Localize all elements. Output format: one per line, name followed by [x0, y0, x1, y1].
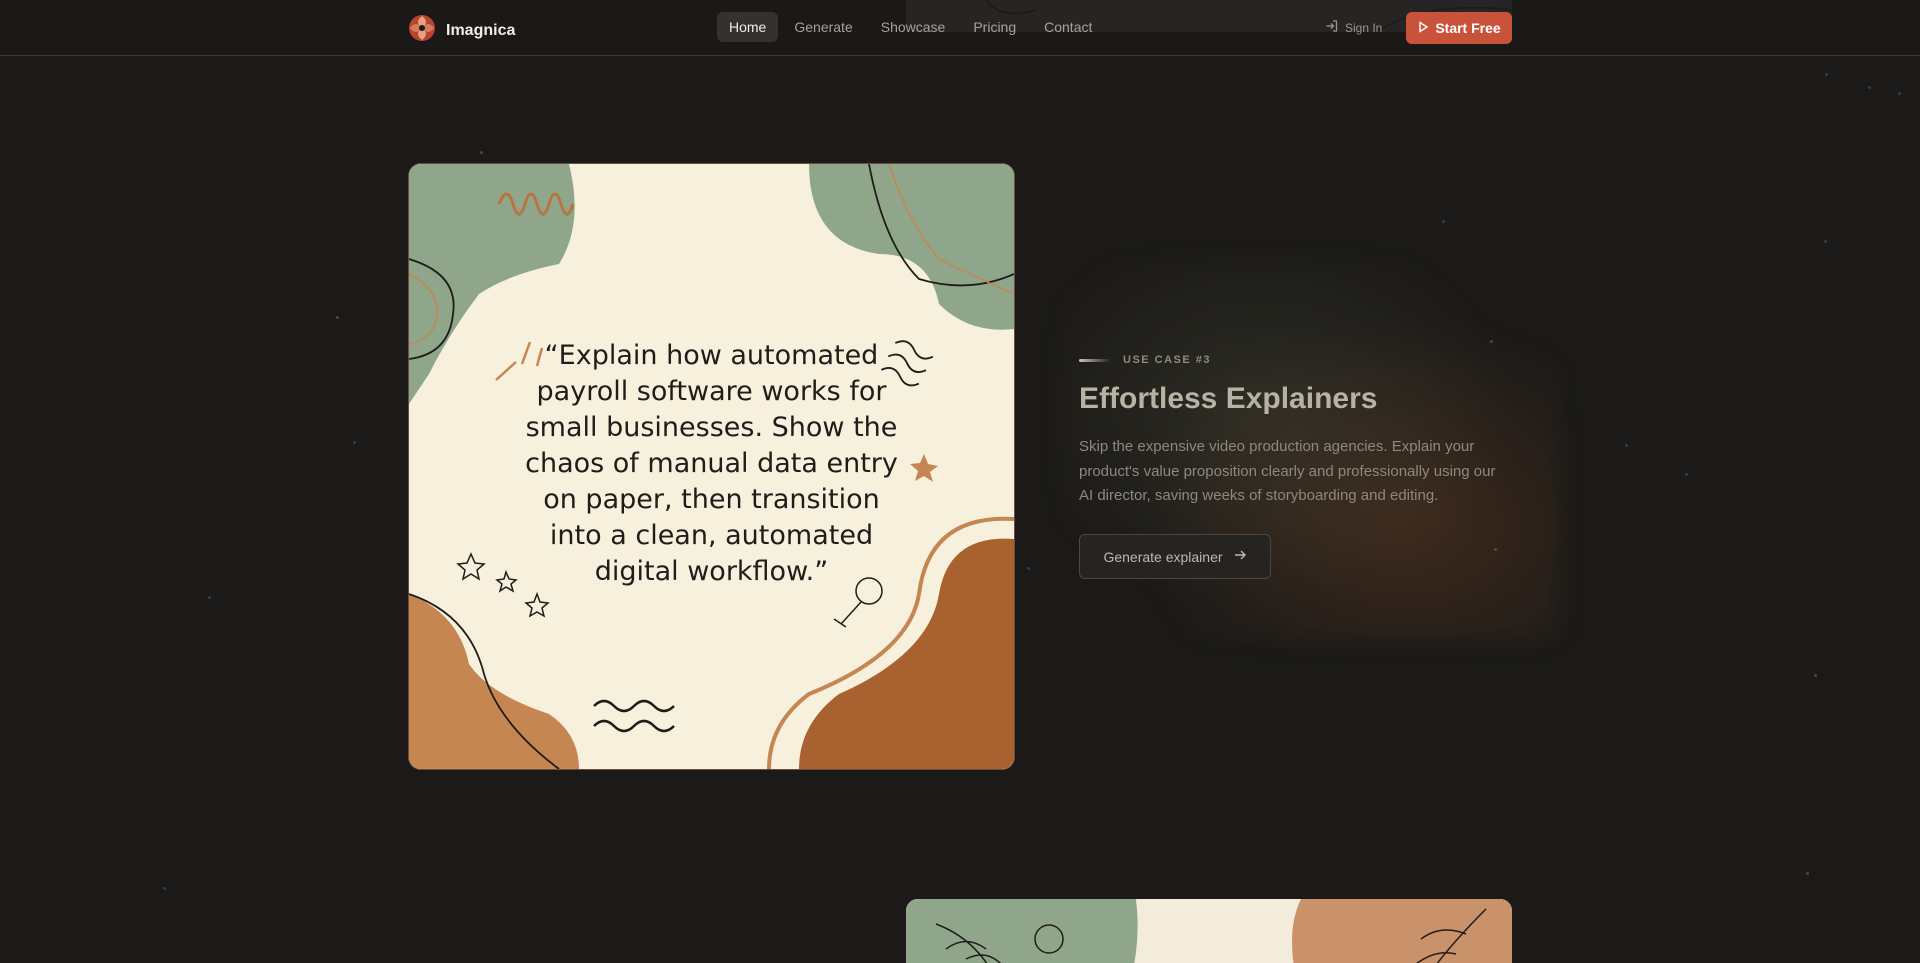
feature-headline: Effortless Explainers	[1079, 382, 1378, 415]
decor-dot	[1825, 73, 1828, 76]
decor-dot	[1824, 240, 1827, 243]
decor-dot	[336, 316, 339, 319]
decor-dot	[163, 887, 166, 890]
arrow-right-icon	[1233, 548, 1247, 565]
nav-links: Home Generate Showcase Pricing Contact	[717, 12, 1104, 42]
feature-description: Skip the expensive video production agen…	[1079, 438, 1496, 504]
decor-dot	[1898, 92, 1901, 95]
decor-dot	[1868, 86, 1871, 89]
decor-dot	[1806, 872, 1809, 875]
decor-dot	[1625, 444, 1628, 447]
use-case-tag: USE CASE #3	[1079, 354, 1211, 366]
use-case-label: USE CASE #3	[1123, 354, 1212, 366]
decor-dot	[1685, 473, 1688, 476]
decor-dot	[1027, 567, 1030, 570]
nav-pricing[interactable]: Pricing	[961, 12, 1028, 42]
start-free-button[interactable]: Start Free	[1406, 12, 1512, 44]
top-navbar: Imagnica Home Generate Showcase Pricing …	[0, 0, 1920, 56]
logo-icon	[408, 14, 436, 47]
explainer-showcase-image: “Explain how automated payroll software …	[409, 164, 1014, 769]
decor-dot	[480, 151, 483, 154]
nav-contact[interactable]: Contact	[1032, 12, 1104, 42]
sign-in-link[interactable]: Sign In	[1325, 19, 1382, 36]
brand[interactable]: Imagnica	[408, 14, 515, 47]
start-free-label: Start Free	[1435, 20, 1501, 36]
nav-generate[interactable]: Generate	[782, 12, 864, 42]
next-showcase-image	[906, 899, 1512, 963]
play-icon	[1417, 20, 1429, 36]
decor-dot	[353, 441, 356, 444]
use-case-accent-line	[1079, 358, 1111, 362]
nav-showcase[interactable]: Showcase	[869, 12, 958, 42]
decor-dot	[1814, 674, 1817, 677]
image-prompt-quote: “Explain how automated payroll software …	[525, 340, 898, 587]
brand-name: Imagnica	[446, 21, 516, 39]
nav-home[interactable]: Home	[717, 12, 779, 42]
decor-dot	[1442, 220, 1445, 223]
sign-in-label: Sign In	[1345, 20, 1383, 35]
generate-explainer-button[interactable]: Generate explainer	[1079, 534, 1271, 579]
generate-explainer-label: Generate explainer	[1103, 548, 1223, 565]
sign-in-icon	[1325, 19, 1339, 36]
decor-dot	[208, 596, 211, 599]
